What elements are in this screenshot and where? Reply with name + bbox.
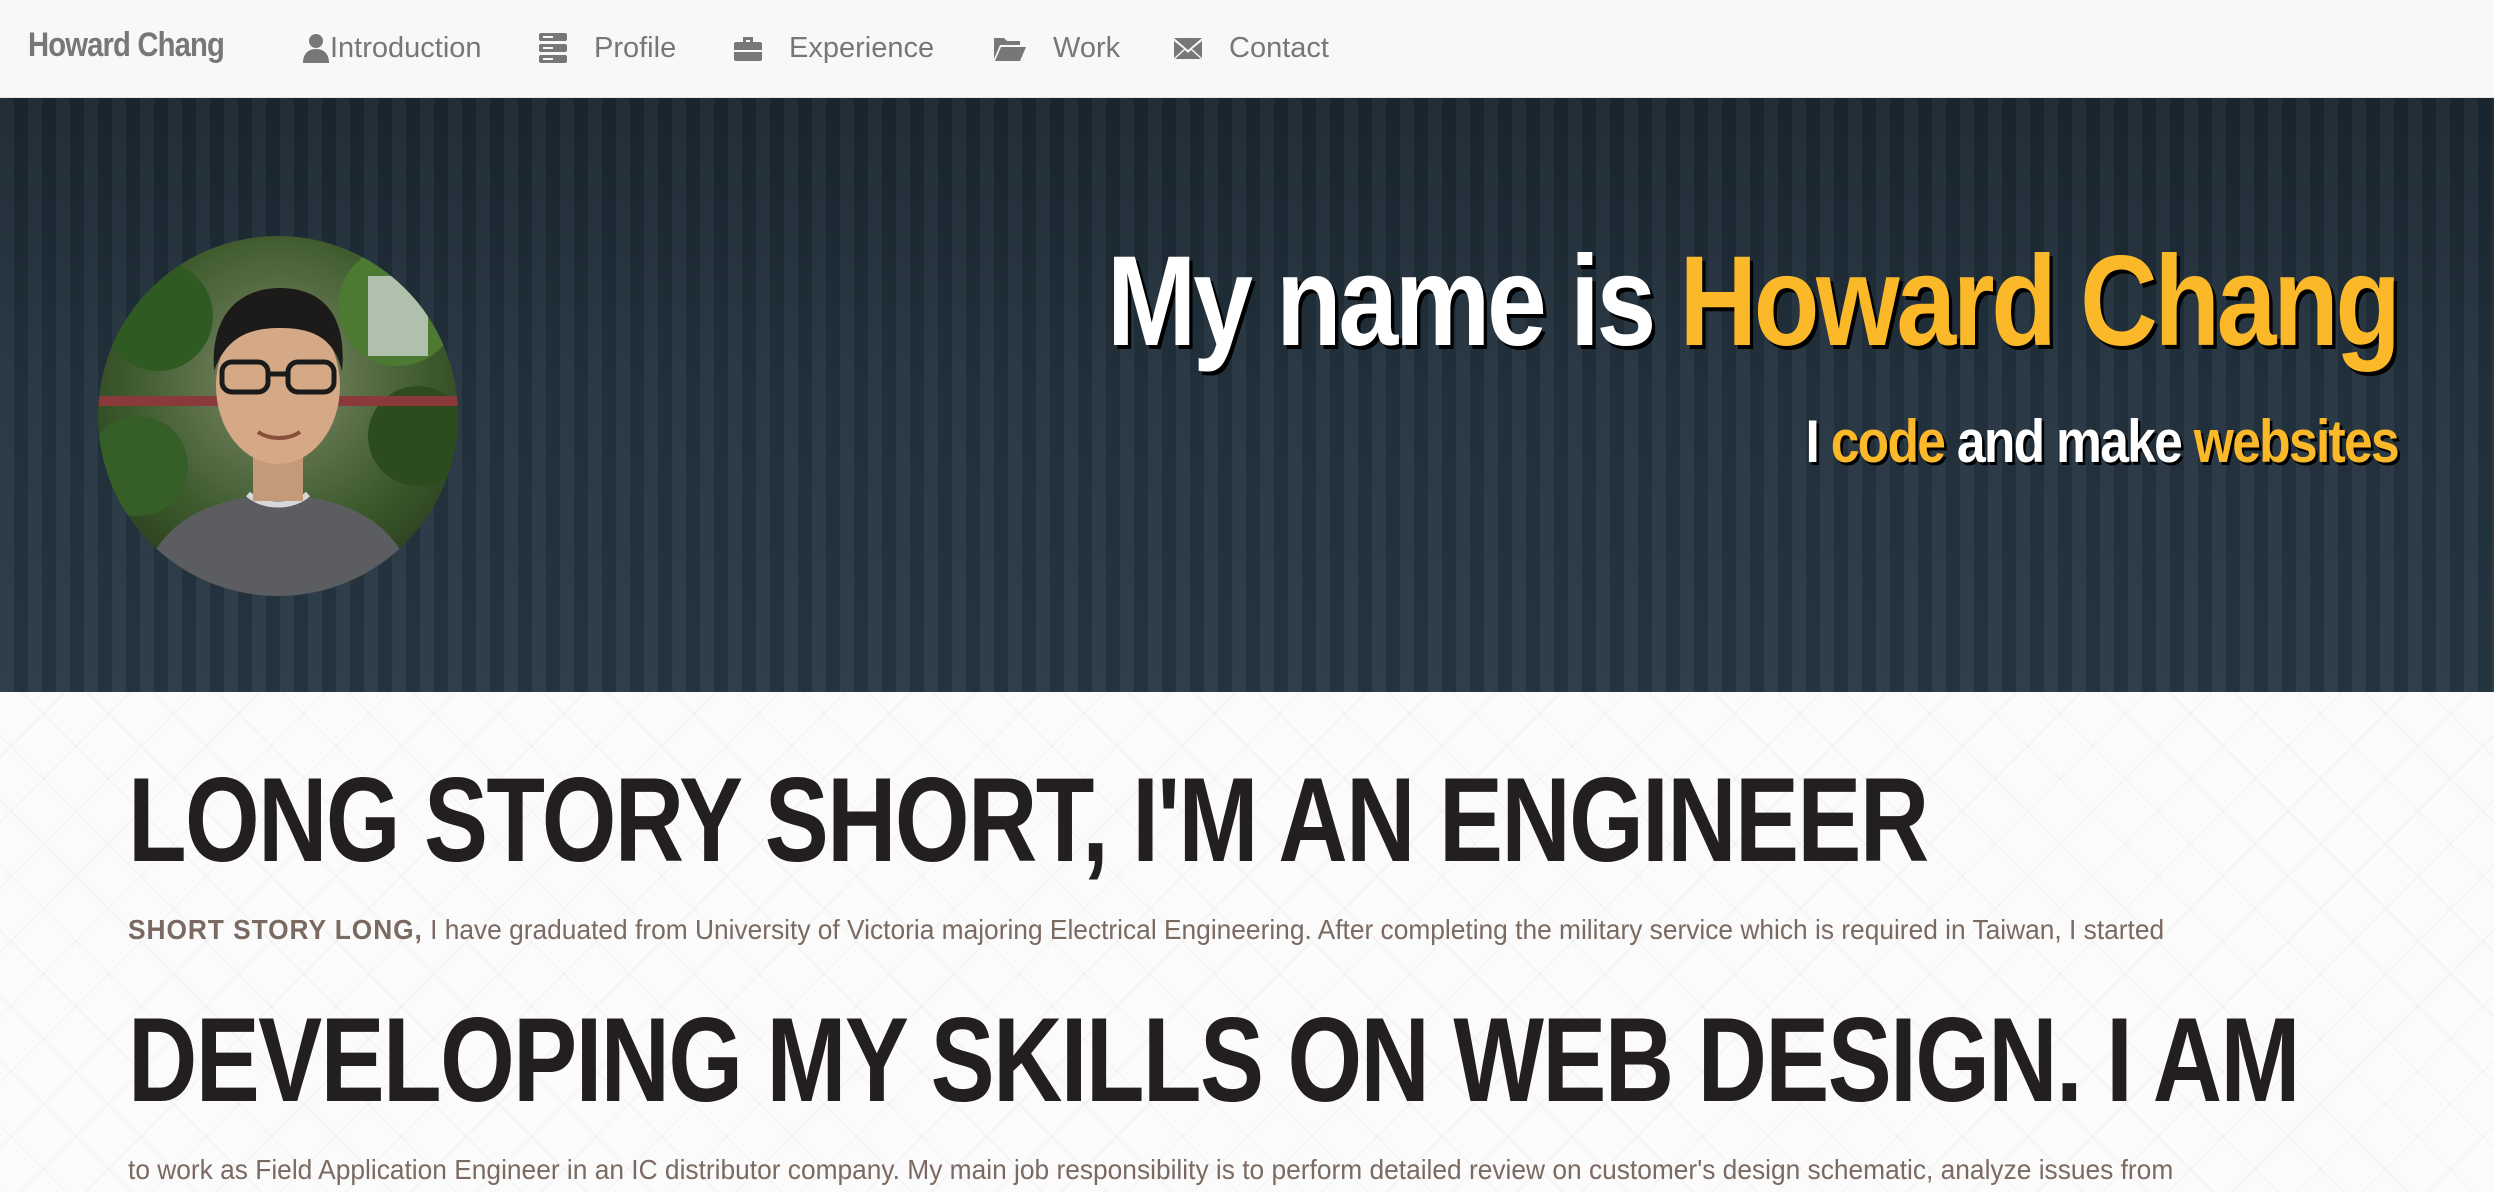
user-icon [303,34,329,63]
folder-open-icon [994,38,1026,61]
nav-item-label: Profile [594,31,677,64]
profile-photo [98,236,458,596]
section-heading-2: DEVELOPING MY SKILLS ON WEB DESIGN. I AM [128,993,2300,1127]
navbar: Howard Chang Introduction Profile Experi… [0,0,2494,98]
hero-title-name: Howard Chang [1679,230,2402,373]
nav-item-work[interactable]: Work [993,26,1120,70]
nav-item-contact[interactable]: Contact [1173,26,1329,70]
introduction-section: LONG STORY SHORT, I'M AN ENGINEER SHORT … [0,692,2494,1192]
nav-item-label: Introduction [330,31,482,64]
nav-item-label: Contact [1229,31,1329,64]
server-icon [539,33,567,63]
hero-title-prefix: My name is [1107,230,1680,373]
section-heading-1: LONG STORY SHORT, I'M AN ENGINEER [128,753,1929,887]
paragraph-text: I have graduated from University of Vict… [422,914,2165,945]
briefcase-icon [734,37,762,61]
intro-paragraph-2: to work as Field Application Engineer in… [128,1154,2174,1185]
hero-banner: My name is Howard Chang I code and make … [0,98,2494,692]
nav-item-label: Experience [789,31,935,64]
envelope-icon [1174,38,1202,59]
hero-sub-websites: websites [2193,408,2400,475]
paragraph-lead: SHORT STORY LONG, [128,914,423,945]
avatar [98,236,458,596]
brand-link[interactable]: Howard Chang [28,26,225,65]
hero-sub-i: I [1805,408,1831,475]
hero-subtitle: I code and make websites [1805,412,2399,472]
nav-item-label: Work [1053,31,1121,64]
hero-sub-and-make: and make [1944,408,2194,475]
nav-item-experience[interactable]: Experience [733,26,934,70]
hero-title: My name is Howard Chang [1107,238,2401,366]
intro-paragraph-1: SHORT STORY LONG, I have graduated from … [128,914,2290,946]
nav-item-profile[interactable]: Profile [538,26,676,70]
nav-item-introduction[interactable]: Introduction [302,26,482,70]
hero-sub-code: code [1830,408,1946,475]
